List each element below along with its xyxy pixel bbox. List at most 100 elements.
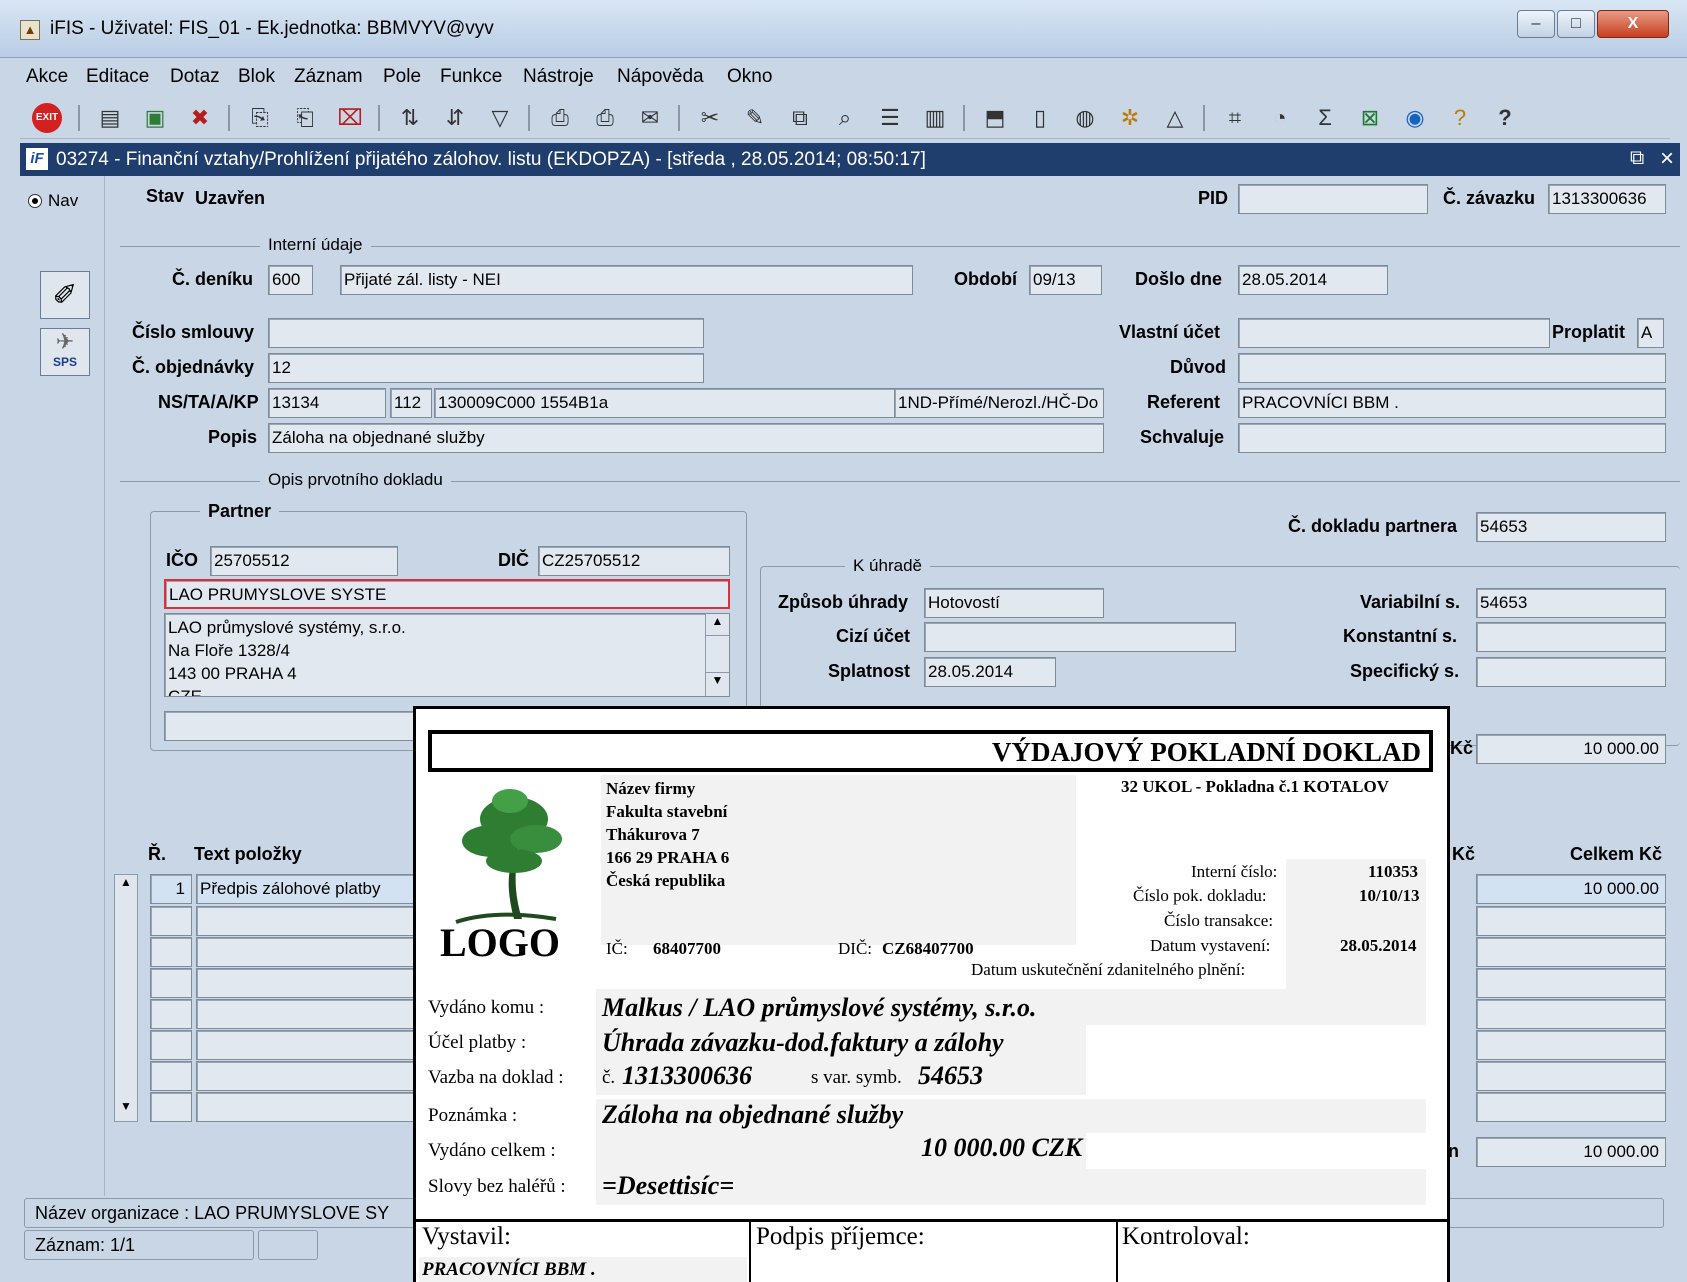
grid-cell[interactable] (196, 906, 436, 936)
row1-text[interactable]: Předpis zálohové platby (196, 874, 436, 904)
scroll-up-icon[interactable]: ▲ (706, 614, 729, 636)
insert-record-icon[interactable]: ▤ (95, 103, 125, 133)
grid-cell[interactable] (1476, 1061, 1666, 1091)
denik-field[interactable]: 600 (268, 265, 313, 295)
amount-field[interactable]: 10 000.00 (1476, 734, 1666, 764)
menu-napoveda[interactable]: Nápověda (617, 66, 704, 88)
grid-cell[interactable] (196, 937, 436, 967)
vlastni-field[interactable] (1238, 318, 1550, 348)
scroll-down-icon[interactable]: ▼ (706, 672, 729, 694)
pid-field[interactable] (1238, 184, 1428, 214)
grid-cell[interactable] (1476, 1092, 1666, 1122)
menu-editace[interactable]: Editace (86, 66, 149, 88)
settings-icon[interactable]: ✲ (1115, 103, 1145, 133)
scroll-up-icon[interactable]: ▲ (115, 875, 137, 897)
ns-field[interactable]: 13134 (268, 388, 386, 418)
menu-zaznam[interactable]: Záznam (294, 66, 363, 88)
grid-cell[interactable] (150, 906, 192, 936)
grid-cell[interactable] (150, 937, 192, 967)
row1-celkem[interactable]: 10 000.00 (1476, 874, 1666, 904)
search-icon[interactable]: ⌕ (830, 103, 860, 133)
grid-scrollbar[interactable]: ▲ ▼ (114, 874, 138, 1122)
menu-blok[interactable]: Blok (238, 66, 275, 88)
duvod-field[interactable] (1238, 353, 1666, 383)
scroll-down-icon[interactable]: ▼ (115, 1099, 137, 1121)
mail-icon[interactable]: ✉ (635, 103, 665, 133)
partner-address-field[interactable]: LAO průmyslové systémy, s.r.o. Na Floře … (164, 613, 730, 697)
grid-cell[interactable] (196, 968, 436, 998)
row1-number[interactable]: 1 (150, 874, 192, 904)
grid-cell[interactable] (150, 1092, 192, 1122)
form-close-icon[interactable]: × (1660, 145, 1674, 173)
paste-icon[interactable]: ⎗ (290, 103, 320, 133)
ta-field[interactable]: 112 (390, 388, 432, 418)
menu-funkce[interactable]: Funkce (440, 66, 502, 88)
popis-field[interactable]: Záloha na objednané služby (268, 423, 1104, 453)
referent-field[interactable]: PRACOVNÍCI BBM . (1238, 388, 1666, 418)
variabilni-field[interactable]: 54653 (1476, 588, 1666, 618)
minimize-button[interactable]: – (1517, 10, 1555, 38)
document-icon[interactable]: ▯ (1025, 103, 1055, 133)
grid-cell[interactable] (1476, 999, 1666, 1029)
save-record-icon[interactable]: ▣ (140, 103, 170, 133)
close-button[interactable]: X (1597, 10, 1669, 38)
copy-field-icon[interactable]: ⧉ (785, 103, 815, 133)
dic-field[interactable]: CZ25705512 (538, 546, 730, 576)
objednavka-field[interactable]: 12 (268, 353, 704, 383)
menu-akce[interactable]: Akce (26, 66, 68, 88)
copy-icon[interactable]: ⎘ (245, 103, 275, 133)
total-field[interactable]: 10 000.00 (1476, 1137, 1666, 1167)
warning-icon[interactable]: △ (1160, 103, 1190, 133)
specificky-field[interactable] (1476, 657, 1666, 687)
help-context-icon[interactable]: ? (1445, 103, 1475, 133)
browser-icon[interactable]: ◉ (1400, 103, 1430, 133)
address-scrollbar[interactable]: ▲ ▼ (705, 614, 729, 696)
delete-record-icon[interactable]: ✖ (185, 103, 215, 133)
grid-cell[interactable] (150, 968, 192, 998)
partner-short-field[interactable]: LAO PRUMYSLOVE SYSTE (164, 579, 730, 609)
grid-cell[interactable] (196, 1061, 436, 1091)
clear-icon[interactable]: ⌧ (335, 103, 365, 133)
grid-cell[interactable] (196, 1092, 436, 1122)
excel-icon[interactable]: ⊠ (1355, 103, 1385, 133)
import-icon[interactable]: ⬒ (980, 103, 1010, 133)
a-field[interactable]: 130009C000 1554B1a (434, 388, 914, 418)
doklad-partnera-field[interactable]: 54653 (1476, 512, 1666, 542)
splatnost-field[interactable]: 28.05.2014 (924, 657, 1056, 687)
tool-button[interactable]: ✐ (40, 271, 90, 319)
columns-icon[interactable]: ▥ (920, 103, 950, 133)
print-icon[interactable]: ⎙ (545, 103, 575, 133)
obdobi-field[interactable]: 09/13 (1029, 265, 1102, 295)
sum-icon[interactable]: Σ (1310, 103, 1340, 133)
kp-field[interactable]: 1ND-Přímé/Nerozl./HČ-Do (894, 388, 1104, 418)
grid-cell[interactable] (150, 1061, 192, 1091)
smlouva-field[interactable] (268, 318, 704, 348)
globe-icon[interactable]: ◍ (1070, 103, 1100, 133)
schvaluje-field[interactable] (1238, 423, 1666, 453)
edit-icon[interactable]: ✎ (740, 103, 770, 133)
restore-icon[interactable]: ⧉ (1630, 147, 1644, 170)
denik-name-field[interactable]: Přijaté zál. listy - NEI (340, 265, 913, 295)
grid-cell[interactable] (1476, 906, 1666, 936)
chart-icon[interactable]: ⌗ (1220, 103, 1250, 133)
grid-cell[interactable] (196, 999, 436, 1029)
sort-asc-icon[interactable]: ⇅ (395, 103, 425, 133)
scissors-icon[interactable]: ✂ (695, 103, 725, 133)
help-icon[interactable]: ? (1490, 103, 1520, 133)
grid-cell[interactable] (1476, 937, 1666, 967)
grid-cell[interactable] (1476, 968, 1666, 998)
menu-pole[interactable]: Pole (383, 66, 421, 88)
cizi-field[interactable] (924, 622, 1236, 652)
doslo-field[interactable]: 28.05.2014 (1238, 265, 1388, 295)
zpusob-field[interactable]: Hotovostí (924, 588, 1104, 618)
calculator-icon[interactable]: ◔ (1265, 103, 1295, 133)
menu-nastroje[interactable]: Nástroje (523, 66, 594, 88)
menu-okno[interactable]: Okno (727, 66, 772, 88)
menu-dotaz[interactable]: Dotaz (170, 66, 220, 88)
ico-field[interactable]: 25705512 (210, 546, 398, 576)
grid-cell[interactable] (1476, 1030, 1666, 1060)
sps-button[interactable]: ✈ SPS (40, 328, 90, 376)
sort-desc-icon[interactable]: ⇵ (440, 103, 470, 133)
proplatit-field[interactable]: A (1637, 318, 1664, 348)
grid-cell[interactable] (196, 1030, 436, 1060)
